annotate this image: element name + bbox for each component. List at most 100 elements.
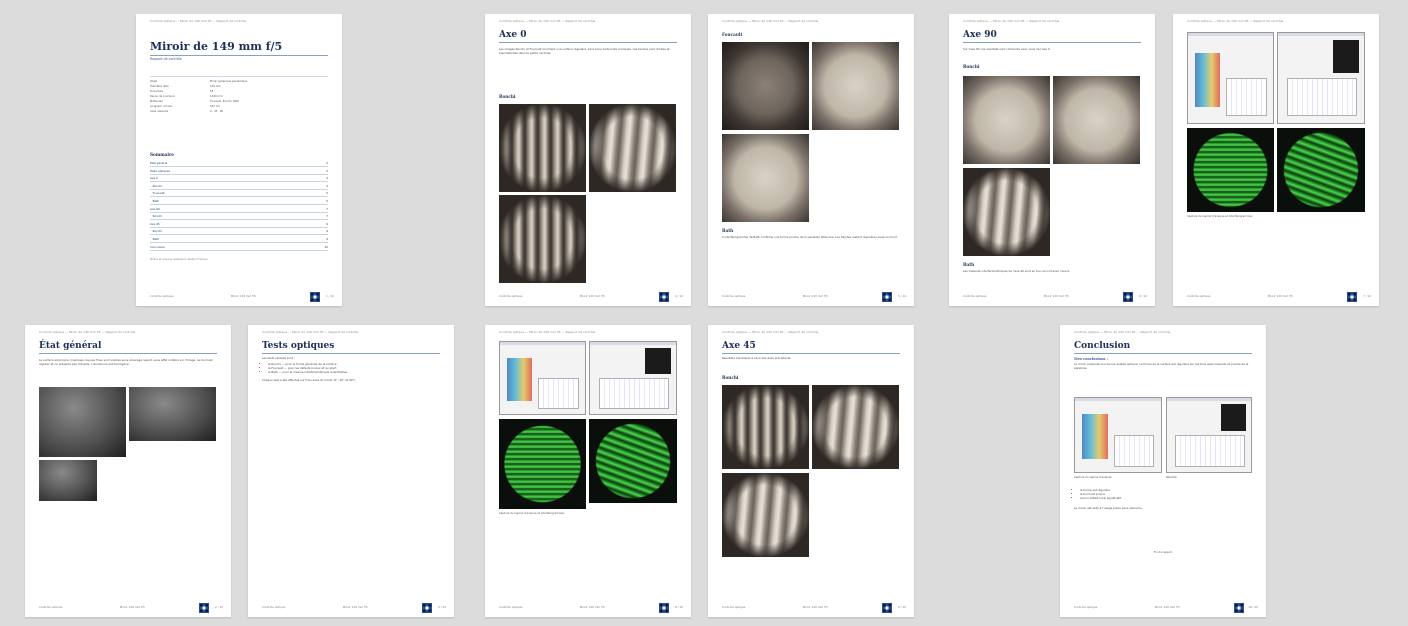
page-axe90[interactable]: Contrôle optique — Miroir de 149 mm f/5 … bbox=[949, 14, 1155, 306]
footer-left: Contrôle optique bbox=[1187, 294, 1211, 298]
foucault-photo bbox=[812, 42, 899, 130]
meta-value: Foucault, Ronchi, Bath bbox=[210, 100, 240, 103]
bath-text: Les mesures interférométriques de l'axe … bbox=[963, 269, 1071, 273]
toc-label: Ronchi bbox=[150, 183, 163, 188]
qr-code-icon bbox=[1347, 292, 1357, 302]
toc-page-number: 9 bbox=[326, 221, 328, 226]
toc-label: État général bbox=[150, 161, 168, 165]
toc-entry[interactable]: État général 2 bbox=[150, 161, 328, 167]
ronchi-photo bbox=[963, 168, 1050, 256]
page-cover[interactable]: Contrôle optique — Miroir de 149 mm f/5 … bbox=[136, 14, 342, 306]
toc-entry[interactable]: Foucault 5 bbox=[150, 191, 328, 198]
page-title: État général bbox=[39, 341, 217, 354]
footer-center: Miroir 149 mm f/5 bbox=[342, 605, 368, 609]
toc-entry[interactable]: Tests optiques 3 bbox=[150, 169, 328, 175]
meta-value: f/5 bbox=[210, 90, 214, 93]
software-screenshot bbox=[499, 341, 586, 415]
ronchi-photo bbox=[499, 195, 586, 283]
list-item: aucun défaut local significatif bbox=[1080, 496, 1252, 501]
tests-bullet-list: le Ronchi — pour la forme générale de la… bbox=[262, 362, 440, 375]
toc-label: Ronchi bbox=[150, 229, 163, 234]
page-conclusion[interactable]: Contrôle optique — Miroir de 149 mm f/5 … bbox=[1060, 325, 1266, 617]
footer-left: Contrôle optique bbox=[499, 605, 523, 609]
qr-code-icon bbox=[659, 292, 669, 302]
page-axe45[interactable]: Contrôle optique — Miroir de 149 mm f/5 … bbox=[708, 325, 914, 617]
page-number: 9 / 10 bbox=[897, 605, 906, 609]
footer-center: Miroir 149 mm f/5 bbox=[119, 605, 145, 609]
page-title: Tests optiques bbox=[262, 341, 440, 354]
page-number: 5 / 10 bbox=[897, 294, 906, 298]
page-axe0-foucault[interactable]: Contrôle optique — Miroir de 149 mm f/5 … bbox=[708, 14, 914, 306]
meta-row: Rayon de courbure 1490 mm bbox=[150, 95, 222, 98]
toc-entry[interactable]: Ronchi 7 bbox=[150, 214, 328, 221]
page-axe0[interactable]: Contrôle optique — Miroir de 149 mm f/5 … bbox=[485, 14, 691, 306]
ronchi-photo bbox=[1053, 76, 1140, 164]
page-header: Contrôle optique — Miroir de 149 mm f/5 … bbox=[39, 330, 136, 334]
toc-entry[interactable]: Axe 45 9 bbox=[150, 222, 328, 228]
page-header: Contrôle optique — Miroir de 149 mm f/5 … bbox=[150, 19, 247, 23]
toc-label: Ronchi bbox=[150, 214, 163, 219]
ronchi-photo bbox=[722, 473, 809, 557]
page-number: 4 / 10 bbox=[674, 294, 683, 298]
meta-key: Axes mesurés bbox=[150, 110, 169, 113]
page-title: Axe 45 bbox=[722, 341, 900, 354]
page-number: 2 / 10 bbox=[214, 605, 223, 609]
footer-left: Contrôle optique bbox=[499, 294, 523, 298]
footer-center: Miroir 149 mm f/5 bbox=[579, 294, 605, 298]
toc-label: Axe 90 bbox=[150, 206, 160, 211]
page-etat[interactable]: Contrôle optique — Miroir de 149 mm f/5 … bbox=[25, 325, 231, 617]
footer-left: Contrôle optique bbox=[963, 294, 987, 298]
toc-entry[interactable]: Conclusion 10 bbox=[150, 245, 328, 251]
page-number: 6 / 10 bbox=[1138, 294, 1147, 298]
toc-page-number: 7 bbox=[326, 206, 328, 211]
meta-value: 1490 mm bbox=[210, 95, 223, 98]
interferogram-photo bbox=[1187, 128, 1274, 212]
surface-photo bbox=[39, 387, 126, 457]
conclusion-subtitle: Mes conclusions : bbox=[1074, 357, 1108, 361]
page-header: Contrôle optique — Miroir de 149 mm f/5 … bbox=[722, 19, 819, 23]
toc-page-number: 4 bbox=[326, 176, 328, 181]
page-axe90-bath[interactable]: Contrôle optique — Miroir de 149 mm f/5 … bbox=[1173, 14, 1379, 306]
footer-center: Miroir 149 mm f/5 bbox=[1043, 294, 1069, 298]
footer-left: Contrôle optique bbox=[262, 605, 286, 609]
software-screenshot bbox=[589, 341, 677, 415]
toc-label: Foucault bbox=[150, 191, 165, 196]
page-axe0-bath[interactable]: Contrôle optique — Miroir de 149 mm f/5 … bbox=[485, 325, 691, 617]
toc-page-number: 9 bbox=[326, 237, 328, 241]
toc-entry[interactable]: Ronchi 9 bbox=[150, 229, 328, 236]
footer-left: Contrôle optique bbox=[150, 294, 174, 298]
toc-label: Axe 45 bbox=[150, 221, 160, 226]
toc-entry[interactable]: Ronchi 4 bbox=[150, 184, 328, 190]
meta-key: Objet bbox=[150, 80, 158, 83]
meta-row: Longueur d'onde 532 nm bbox=[150, 105, 220, 108]
toc-page-number: 10 bbox=[324, 244, 328, 249]
page-title: Axe 0 bbox=[499, 30, 677, 43]
tests-intro: Les tests réalisés sont : bbox=[262, 356, 295, 360]
section-bath: Bath bbox=[963, 262, 975, 267]
software-screenshot bbox=[1277, 32, 1365, 124]
cover-title: Miroir de 149 mm f/5 bbox=[150, 40, 328, 56]
page-number: 1 / 10 bbox=[325, 294, 334, 298]
page-title: Axe 90 bbox=[963, 30, 1141, 43]
conclusion-body-2: Le miroir est apte à l'usage prévu sans … bbox=[1074, 506, 1143, 510]
toc-entry[interactable]: Bath 9 bbox=[150, 237, 328, 243]
list-item: le Bath — pour la mesure interférométriq… bbox=[268, 370, 440, 375]
page-body: La surface est propre. Quelques rayures … bbox=[39, 358, 213, 366]
page-body: Résultats identiques à ceux des axes pré… bbox=[722, 356, 792, 360]
page-tests[interactable]: Contrôle optique — Miroir de 149 mm f/5 … bbox=[248, 325, 454, 617]
toc-entry[interactable]: Axe 0 4 bbox=[150, 176, 328, 183]
page-header: Contrôle optique — Miroir de 149 mm f/5 … bbox=[963, 19, 1060, 23]
footer-center: Miroir 149 mm f/5 bbox=[1154, 605, 1180, 609]
meta-row: Diamètre utile 149 mm bbox=[150, 85, 221, 88]
ronchi-photo bbox=[722, 385, 809, 469]
footer-center: Miroir 149 mm f/5 bbox=[1267, 294, 1293, 298]
meta-row: Axes mesurés 0 · 45 · 90 bbox=[150, 110, 223, 113]
meta-key: Ouverture bbox=[150, 90, 164, 93]
qr-code-icon bbox=[1234, 603, 1244, 613]
meta-value: Miroir sphérique parabolique bbox=[210, 80, 248, 83]
toc-entry[interactable]: Bath 5 bbox=[150, 199, 328, 205]
section-bath: Bath bbox=[722, 228, 734, 233]
qr-code-icon bbox=[659, 603, 669, 613]
surface-photo bbox=[129, 387, 216, 441]
toc-entry[interactable]: Axe 90 7 bbox=[150, 207, 328, 213]
